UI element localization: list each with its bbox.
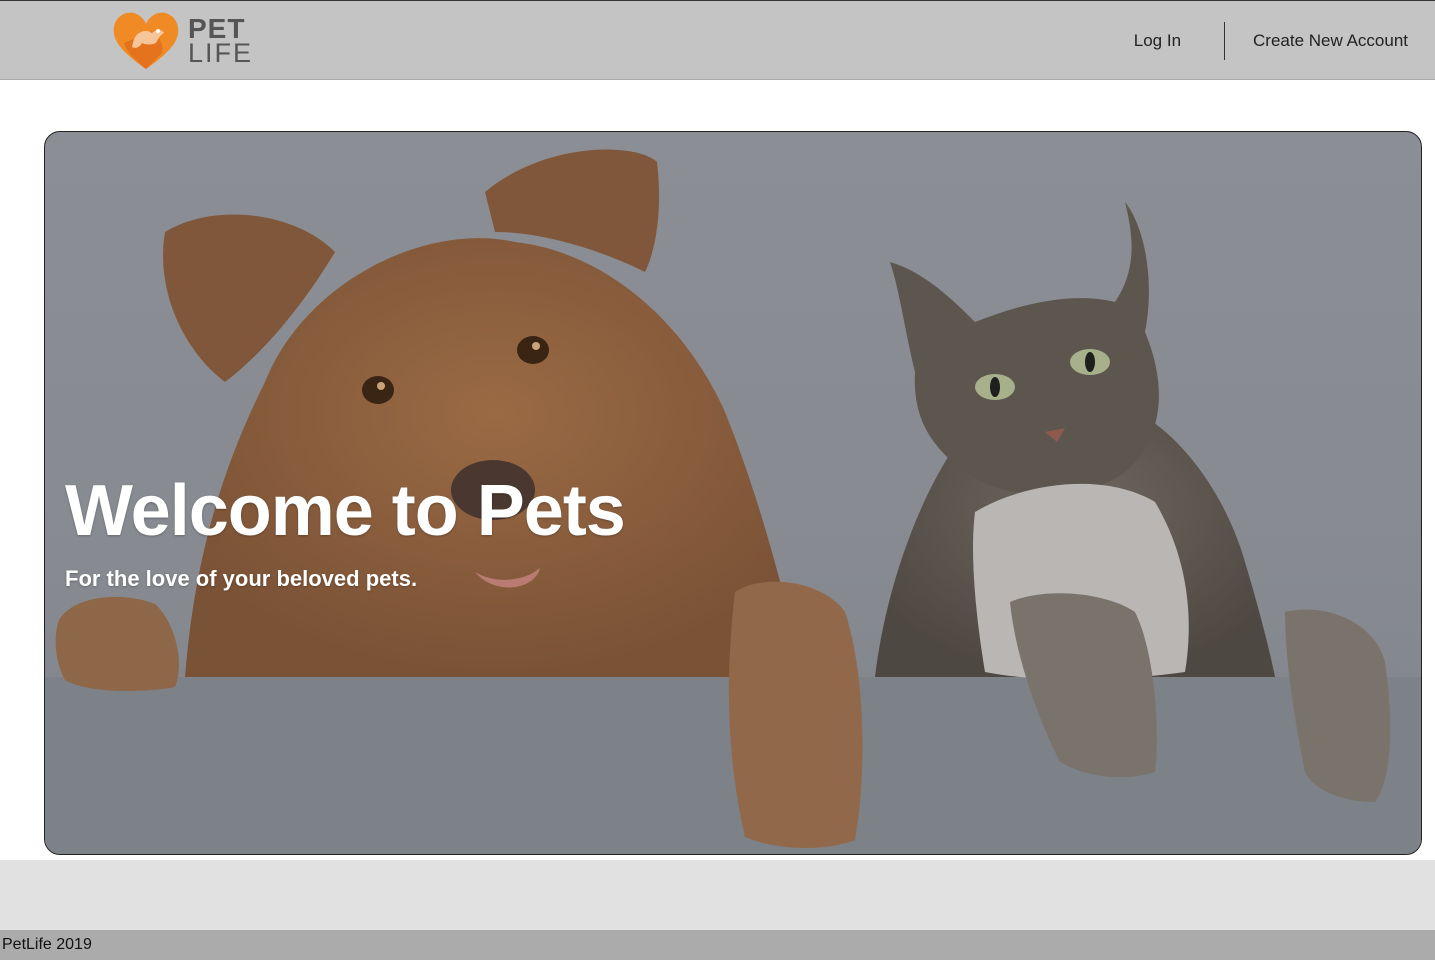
nav-divider [1224,22,1226,60]
content-band [0,860,1435,930]
petlife-logo[interactable]: PET LIFE [112,11,253,71]
footer: PetLife 2019 [0,930,1435,960]
top-navbar: PET LIFE Log In Create New Account [0,0,1435,80]
hero-title: Welcome to Pets [65,471,626,551]
create-account-link[interactable]: Create New Account [1253,31,1408,51]
login-link[interactable]: Log In [1134,31,1181,51]
footer-copyright: PetLife 2019 [2,936,92,953]
hero-banner: Welcome to Pets For the love of your bel… [44,131,1422,855]
logo-text-life: LIFE [188,38,254,68]
hero-subtitle: For the love of your beloved pets. [65,566,418,591]
heart-pet-icon [113,12,179,69]
account-nav: Log In Create New Account [1134,1,1435,81]
